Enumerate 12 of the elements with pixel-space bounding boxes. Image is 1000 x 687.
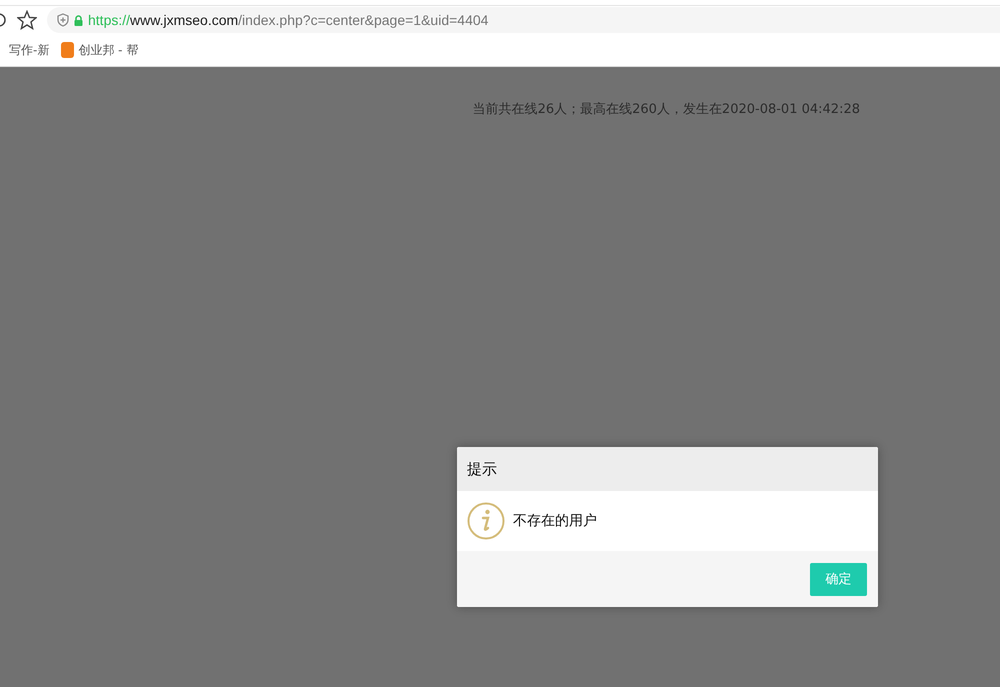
bookmark-favicon-icon — [61, 42, 74, 58]
star-icon[interactable] — [17, 10, 37, 30]
info-icon — [467, 502, 505, 540]
address-bar[interactable]: https://www.jxmseo.com/index.php?c=center&page=1&uid=4404 — [47, 7, 1000, 33]
dialog-title: 提示 — [457, 447, 878, 491]
bookmark-item[interactable]: 写作-新 — [9, 42, 50, 58]
lock-icon — [74, 14, 83, 26]
online-status-text: 当前共在线26人；最高在线260人，发生在2020-08-01 04:42:28 — [472, 101, 861, 118]
bookmark-item[interactable]: 创业邦 - 帮 — [78, 42, 138, 58]
url-text: https://www.jxmseo.com/index.php?c=center&page=1&uid=4404 — [88, 12, 488, 28]
shield-icon[interactable] — [57, 13, 69, 27]
dialog-message: 不存在的用户 — [513, 512, 597, 530]
